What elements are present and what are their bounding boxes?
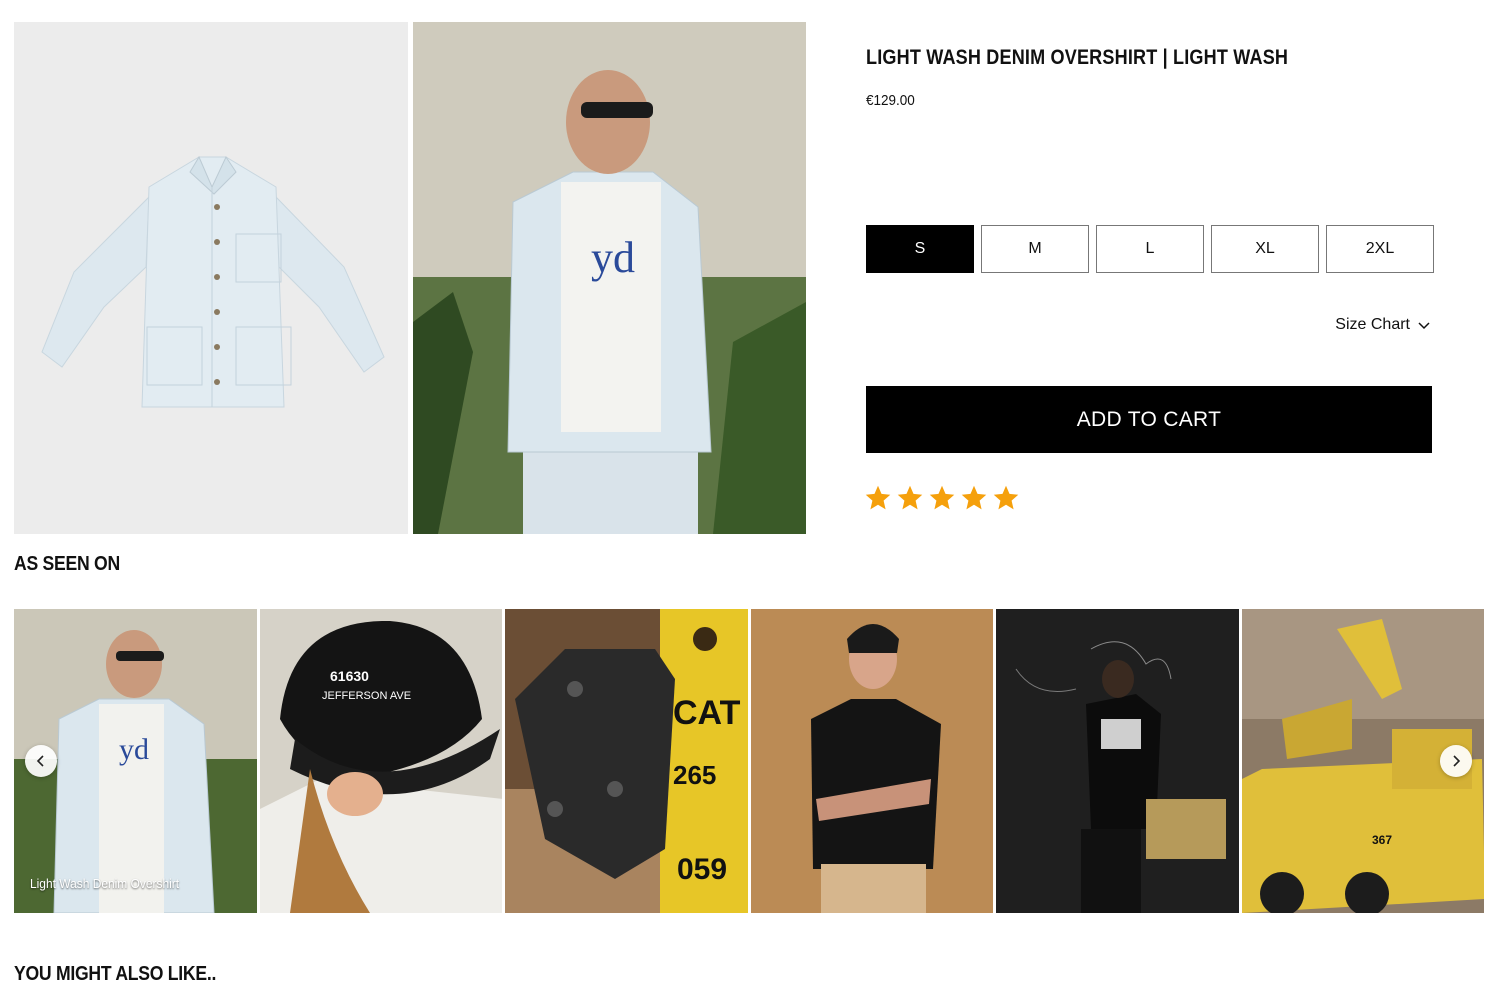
svg-text:265: 265 xyxy=(673,760,716,790)
star-icon xyxy=(865,485,891,510)
svg-text:yd: yd xyxy=(591,233,635,282)
chevron-right-icon xyxy=(1453,755,1461,767)
carousel-tile[interactable]: CAT 265 059 xyxy=(505,609,748,913)
product-title: LIGHT WASH DENIM OVERSHIRT | LIGHT WASH xyxy=(866,46,1289,69)
star-icon xyxy=(961,485,987,510)
chevron-down-icon xyxy=(1418,322,1430,330)
as-seen-on-heading: AS SEEN ON xyxy=(14,553,120,575)
size-option-2xl[interactable]: 2XL xyxy=(1326,225,1434,273)
add-to-cart-button[interactable]: ADD TO CART xyxy=(866,386,1432,453)
carousel-prev-button[interactable] xyxy=(25,745,57,777)
carousel-tile[interactable] xyxy=(996,609,1239,913)
product-image-flatlay[interactable] xyxy=(14,22,408,534)
size-option-m[interactable]: M xyxy=(981,225,1089,273)
svg-text:61630: 61630 xyxy=(330,668,369,684)
svg-text:JEFFERSON AVE: JEFFERSON AVE xyxy=(322,690,411,702)
you-might-also-like-heading: YOU MIGHT ALSO LIKE.. xyxy=(14,963,217,985)
product-gallery: yd xyxy=(14,22,806,534)
as-seen-on-carousel: yd Light Wash Denim Overshirt 61630 JEFF… xyxy=(14,609,1484,913)
star-icon xyxy=(993,485,1019,510)
star-icon xyxy=(929,485,955,510)
size-option-xl[interactable]: XL xyxy=(1211,225,1319,273)
carousel-next-button[interactable] xyxy=(1440,745,1472,777)
product-info: LIGHT WASH DENIM OVERSHIRT | LIGHT WASH … xyxy=(866,46,1432,109)
svg-text:367: 367 xyxy=(1372,833,1392,847)
svg-text:yd: yd xyxy=(119,733,149,766)
carousel-tile[interactable]: 61630 JEFFERSON AVE xyxy=(259,609,502,913)
product-image-model[interactable]: yd xyxy=(413,22,806,534)
chevron-left-icon xyxy=(36,755,44,767)
star-icon xyxy=(897,485,923,510)
svg-text:CAT: CAT xyxy=(673,694,741,732)
carousel-tile-label: Light Wash Denim Overshirt xyxy=(30,876,180,891)
size-option-l[interactable]: L xyxy=(1096,225,1204,273)
svg-text:059: 059 xyxy=(677,853,727,886)
size-chart-label: Size Chart xyxy=(1335,316,1410,333)
size-option-s[interactable]: S xyxy=(866,225,974,273)
rating-stars xyxy=(864,484,1020,512)
carousel-tile[interactable] xyxy=(750,609,993,913)
size-chart-toggle[interactable]: Size Chart xyxy=(1335,316,1430,334)
size-selector: S M L XL 2XL xyxy=(866,225,1434,273)
product-price: €129.00 xyxy=(866,92,915,109)
